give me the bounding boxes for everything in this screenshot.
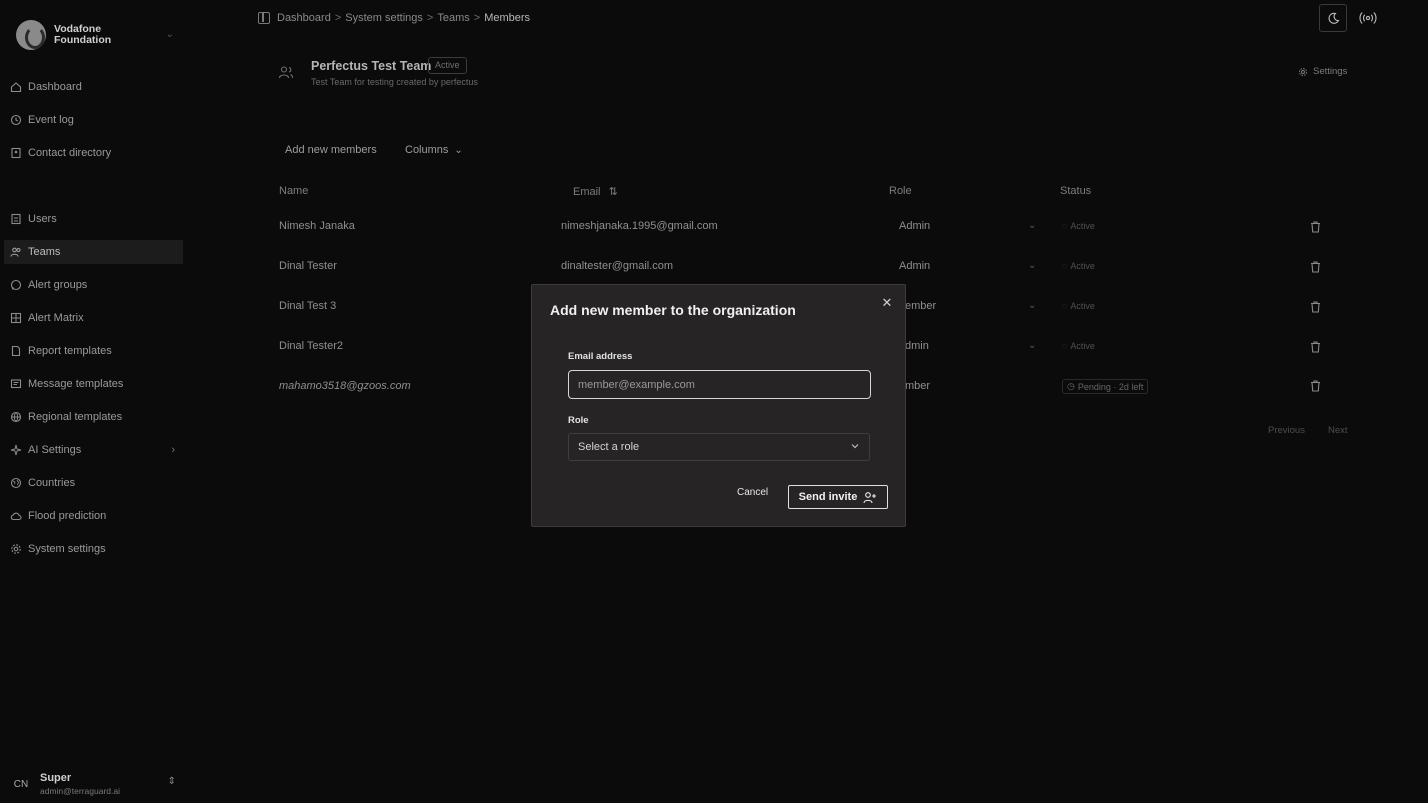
- email-field-label: Email address: [568, 351, 633, 362]
- chevron-down-icon: [851, 444, 859, 449]
- email-field[interactable]: [568, 370, 871, 399]
- cancel-button[interactable]: Cancel: [737, 487, 768, 498]
- dialog-title: Add new member to the organization: [550, 302, 796, 318]
- send-invite-button[interactable]: Send invite: [788, 485, 888, 509]
- role-field-label: Role: [568, 415, 589, 426]
- user-plus-icon: [863, 491, 877, 503]
- close-icon[interactable]: ✕: [881, 296, 893, 309]
- add-member-dialog: Add new member to the organization ✕ Ema…: [531, 284, 906, 527]
- role-select[interactable]: Select a role: [568, 433, 870, 461]
- role-select-value: Select a role: [578, 441, 640, 453]
- send-invite-label: Send invite: [798, 491, 858, 503]
